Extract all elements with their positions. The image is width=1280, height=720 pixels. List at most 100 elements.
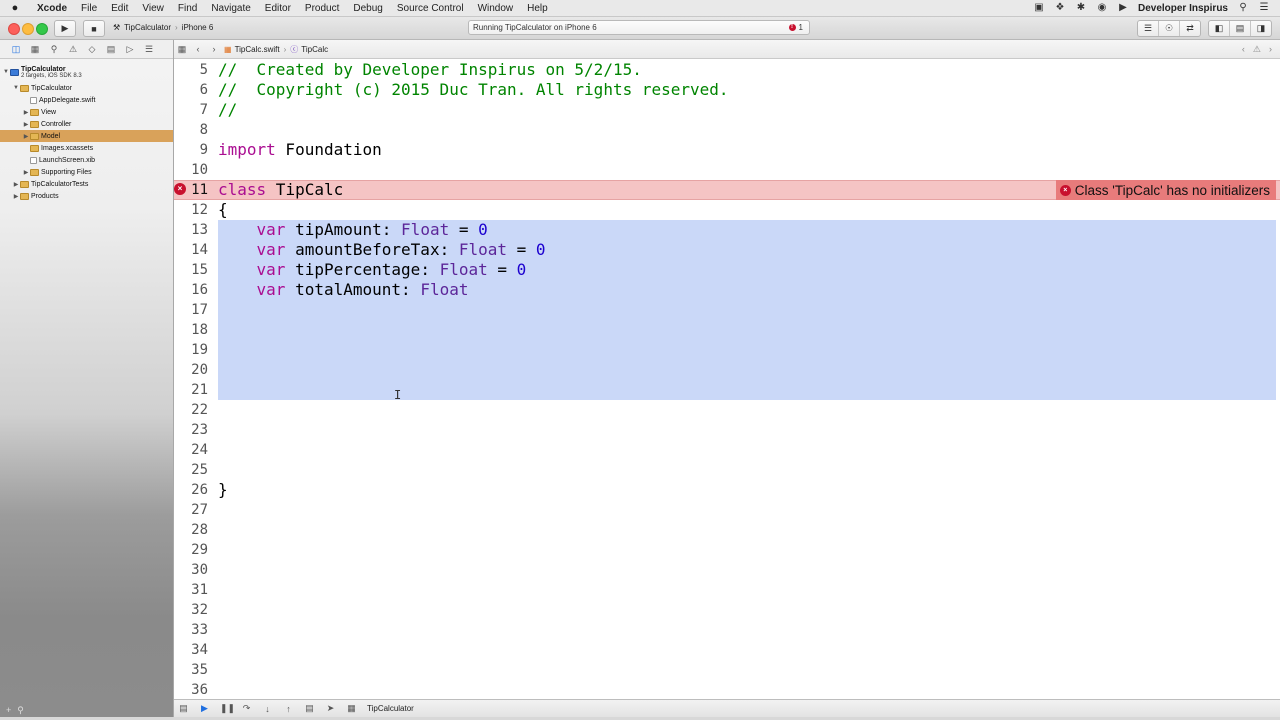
line-number[interactable]: 10 [174,160,208,180]
line-number[interactable]: 12 [174,200,208,220]
line-number[interactable]: 26 [174,480,208,500]
issue-navigator-icon[interactable]: ⚠ [67,43,79,55]
line-number[interactable]: 31 [174,580,208,600]
test-navigator-icon[interactable]: ◇ [86,43,98,55]
forward-icon[interactable]: › [206,44,222,54]
project-navigator-icon[interactable]: ◫ [10,43,22,55]
location-icon[interactable]: ➤ [325,703,336,714]
line-number[interactable]: 16 [174,280,208,300]
debug-navigator-icon[interactable]: ▤ [105,43,117,55]
minimize-window-button[interactable] [22,23,34,35]
line-number[interactable]: 13 [174,220,208,240]
tree-group-tests[interactable]: ▶ TipCalculatorTests [0,178,173,190]
add-icon[interactable]: + [6,705,11,715]
line-number[interactable]: 25 [174,460,208,480]
navigator-toggle-icon[interactable]: ◧ [1209,21,1230,36]
line-number[interactable]: 28 [174,520,208,540]
wifi-icon[interactable]: ◉ [1096,3,1108,13]
line-number[interactable]: 29 [174,540,208,560]
menu-editor[interactable]: Editor [258,3,298,14]
apple-menu-icon[interactable]: ● [0,2,30,14]
close-window-button[interactable] [8,23,20,35]
breadcrumb-file[interactable]: ▦ TipCalc.swift [222,45,282,54]
tree-group-model[interactable]: ▶ Model [0,130,173,142]
menu-navigate[interactable]: Navigate [204,3,257,14]
menu-source-control[interactable]: Source Control [390,3,471,14]
line-number[interactable]: 20 [174,360,208,380]
debug-target-name[interactable]: TipCalculator [367,704,414,713]
menu-window[interactable]: Window [471,3,521,14]
line-number[interactable]: 35 [174,660,208,680]
stop-button[interactable]: ■ [83,20,105,37]
line-number[interactable]: 5 [174,60,208,80]
volume-icon[interactable]: ▶ [1117,3,1129,13]
hide-debug-area-icon[interactable]: ▤ [178,703,189,714]
line-number[interactable]: 30 [174,560,208,580]
menu-help[interactable]: Help [520,3,555,14]
version-editor-icon[interactable]: ⇄ [1180,21,1200,36]
line-number[interactable]: 8 [174,120,208,140]
breadcrumb-symbol[interactable]: ⓒ TipCalc [288,44,330,55]
menu-product[interactable]: Product [298,3,346,14]
tree-file-appdelegate[interactable]: AppDelegate.swift [0,94,173,106]
line-number[interactable]: 23 [174,420,208,440]
step-in-icon[interactable]: ↓ [262,704,273,714]
search-icon[interactable]: ⚲ [1237,3,1249,13]
line-number[interactable]: 15 [174,260,208,280]
user-name[interactable]: Developer Inspirus [1138,3,1228,14]
tree-project[interactable]: ▼ TipCalculator 2 targets, iOS SDK 8.3 [0,62,173,82]
breakpoint-navigator-icon[interactable]: ▷ [124,43,136,55]
menu-file[interactable]: File [74,3,104,14]
source-editor[interactable]: × × Class 'TipCalc' has no initializers … [174,59,1280,699]
symbol-navigator-icon[interactable]: ▦ [29,43,41,55]
line-number[interactable]: 9 [174,140,208,160]
menu-xcode[interactable]: Xcode [30,3,74,14]
assistant-editor-icon[interactable]: ☉ [1159,21,1180,36]
run-button[interactable]: ▶ [54,20,76,37]
tree-file-images[interactable]: Images.xcassets [0,142,173,154]
line-number[interactable]: 27 [174,500,208,520]
line-number[interactable]: 22 [174,400,208,420]
bluetooth-icon[interactable]: ✱ [1075,3,1087,13]
tree-group-view[interactable]: ▶ View [0,106,173,118]
previous-issue-icon[interactable]: ‹ [1242,44,1245,55]
camera-icon[interactable]: ▣ [1033,3,1045,13]
breakpoints-toggle-icon[interactable]: ▶ [199,703,210,714]
tree-group-products[interactable]: ▶ Products [0,190,173,202]
line-number[interactable]: 24 [174,440,208,460]
pause-icon[interactable]: ❚❚ [220,703,235,714]
menu-view[interactable]: View [135,3,171,14]
line-number[interactable]: 33 [174,620,208,640]
line-number[interactable]: 6 [174,80,208,100]
line-number[interactable]: 34 [174,640,208,660]
line-number[interactable]: 36 [174,680,208,699]
back-icon[interactable]: ‹ [190,44,206,54]
view-debugger-icon[interactable]: ▤ [304,703,315,714]
line-number[interactable]: 32 [174,600,208,620]
debug-area-toggle-icon[interactable]: ▤ [1230,21,1251,36]
tree-group-supporting-files[interactable]: ▶ Supporting Files [0,166,173,178]
tree-file-launchscreen[interactable]: LaunchScreen.xib [0,154,173,166]
zoom-window-button[interactable] [36,23,48,35]
dropbox-icon[interactable]: ❖ [1054,3,1066,13]
error-indicator[interactable]: ! 1 [788,23,803,32]
notification-center-icon[interactable]: ☰ [1258,3,1270,13]
line-number[interactable]: 18 [174,320,208,340]
line-number[interactable]: 7 [174,100,208,120]
line-number[interactable]: 11 [174,180,208,200]
filter-icon[interactable]: ⚲ [17,705,24,716]
menu-debug[interactable]: Debug [346,3,389,14]
next-issue-icon[interactable]: › [1269,44,1272,55]
menu-find[interactable]: Find [171,3,204,14]
step-out-icon[interactable]: ↑ [283,704,294,714]
line-number[interactable]: 21 [174,380,208,400]
utilities-toggle-icon[interactable]: ◨ [1251,21,1271,36]
line-number[interactable]: 19 [174,340,208,360]
tree-group-controller[interactable]: ▶ Controller [0,118,173,130]
warning-icon[interactable]: ⚠ [1253,44,1261,55]
line-number[interactable]: 17 [174,300,208,320]
step-over-icon[interactable]: ↷ [241,703,252,714]
scheme-selector[interactable]: ⚒ TipCalculator › iPhone 6 [113,20,213,35]
report-navigator-icon[interactable]: ☰ [143,43,155,55]
device-name[interactable]: iPhone 6 [182,23,214,32]
